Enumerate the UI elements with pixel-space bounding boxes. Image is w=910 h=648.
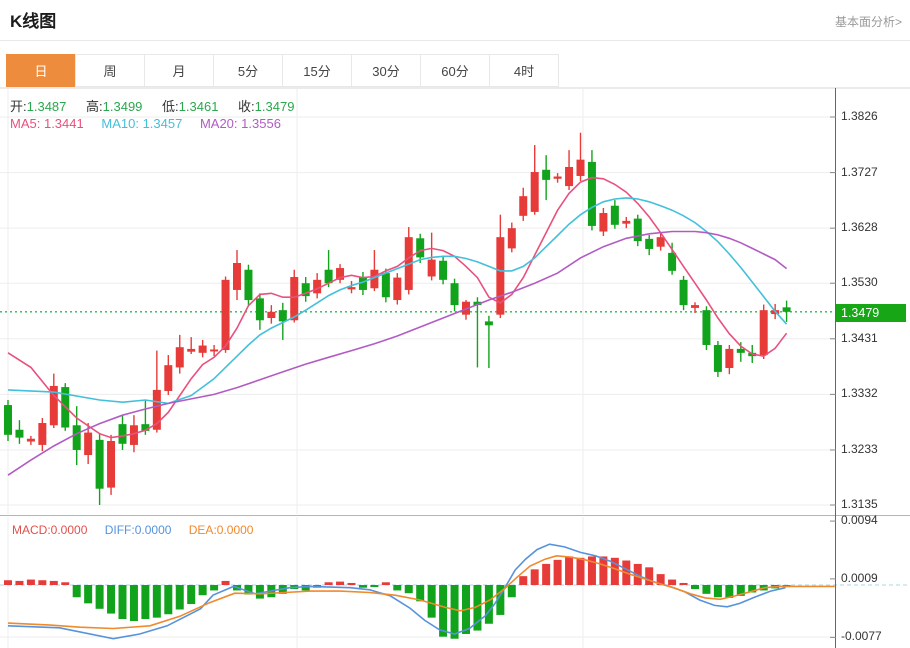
ma20-value: 1.3556 (241, 116, 281, 131)
ma20-label: MA20: (200, 116, 238, 131)
ma5-value: 1.3441 (44, 116, 84, 131)
price-tick-3: 1.3530 (841, 275, 878, 289)
price-tick-1: 1.3727 (841, 165, 878, 179)
ohlc-info: 开:1.3487 高:1.3499 低:1.3461 收:1.3479 (10, 96, 310, 115)
open-value: 1.3487 (27, 99, 67, 114)
close-value: 1.3479 (255, 99, 295, 114)
ma5-label: MA5: (10, 116, 40, 131)
macd-tick-0: 0.0094 (841, 513, 878, 527)
current-price-badge: 1.3479 (836, 304, 906, 322)
high-label: 高: (86, 99, 103, 114)
ma5-line (8, 178, 787, 438)
grid-lines (0, 89, 835, 648)
close-label: 收: (238, 99, 255, 114)
macd-label: MACD: (12, 523, 51, 537)
macd-value: 0.0000 (51, 523, 88, 537)
price-tick-7: 1.3135 (841, 497, 878, 511)
dea-label: DEA: (189, 523, 217, 537)
macd-legend: MACD:0.0000 DIFF:0.0000 DEA:0.0000 (12, 523, 267, 537)
open-label: 开: (10, 99, 27, 114)
low-label: 低: (162, 99, 179, 114)
price-tick-5: 1.3332 (841, 386, 878, 400)
macd-histogram (4, 556, 791, 638)
dea-value: 0.0000 (217, 523, 254, 537)
price-tick-6: 1.3233 (841, 442, 878, 456)
ma10-label: MA10: (101, 116, 139, 131)
ma-legend: MA5: 1.3441 MA10: 1.3457 MA20: 1.3556 (10, 116, 295, 131)
low-value: 1.3461 (179, 99, 219, 114)
price-tick-0: 1.3826 (841, 109, 878, 123)
price-tick-4: 1.3431 (841, 331, 878, 345)
high-value: 1.3499 (103, 99, 143, 114)
macd-tick-1: 0.0009 (841, 571, 878, 585)
macd-tick-2: -0.0077 (841, 629, 882, 643)
price-tick-2: 1.3628 (841, 220, 878, 234)
candles-layer (4, 133, 791, 505)
diff-label: DIFF: (105, 523, 135, 537)
ma10-value: 1.3457 (143, 116, 183, 131)
diff-value: 0.0000 (135, 523, 172, 537)
